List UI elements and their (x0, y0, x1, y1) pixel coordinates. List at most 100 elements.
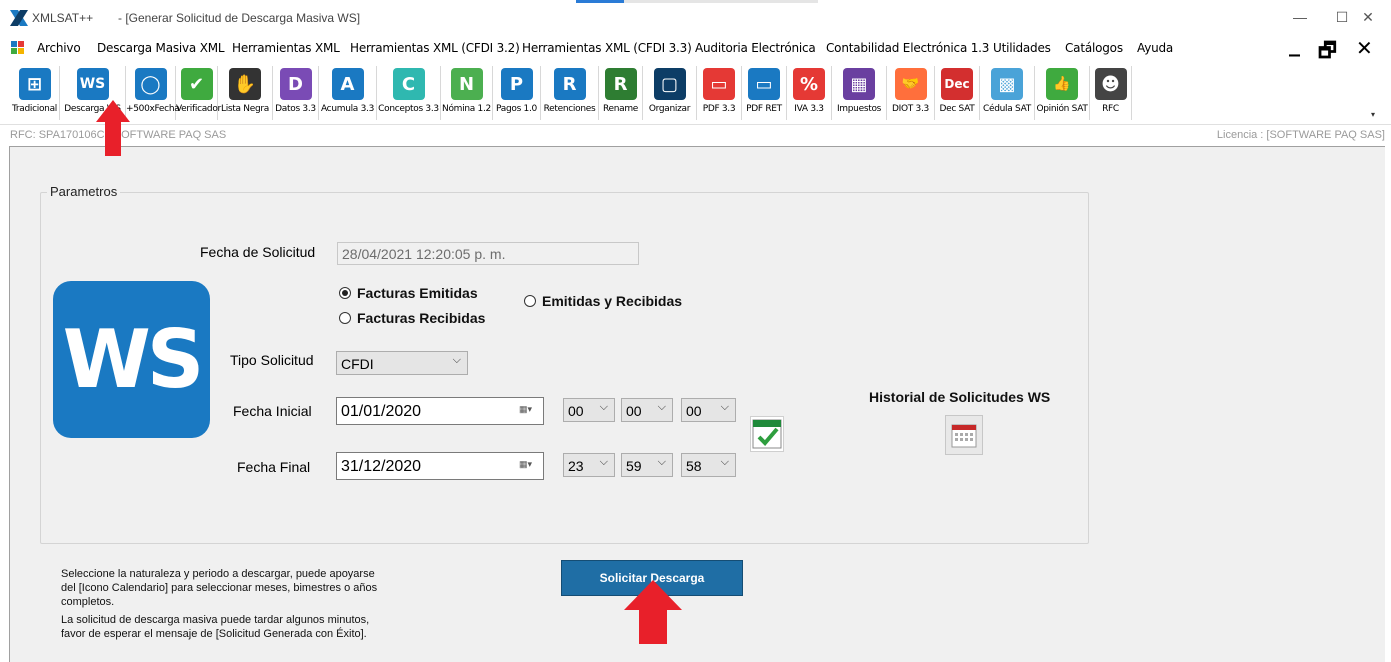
toolbar-button-label: Lista Negra (220, 104, 269, 114)
close-button[interactable]: ✕ (1348, 4, 1388, 30)
help-text-2: del [Icono Calendario] para seleccionar … (61, 582, 378, 594)
toolbar-button-label: Cédula SAT (983, 104, 1031, 114)
toolbar-pdf-ret-button[interactable]: ▭ PDF RET (742, 66, 787, 120)
menu-catalogos[interactable]: Catálogos (1065, 41, 1123, 55)
toolbar-overflow-icon[interactable]: ▾ (1366, 110, 1380, 119)
radio-facturas-recibidas[interactable]: Facturas Recibidas (339, 310, 485, 326)
fecha-inicial-picker[interactable]: 01/01/2020 ▦▾ (336, 397, 544, 425)
menu-archivo[interactable]: Archivo (37, 41, 81, 55)
chevron-down-icon: ⌵ (452, 354, 461, 366)
mdi-minimize-button[interactable]: _ (1289, 32, 1300, 57)
toolbar-calculator-button[interactable]: ▦ Impuestos (832, 66, 887, 120)
capsule-icon: ◯ (134, 68, 167, 100)
toolbar-a-button[interactable]: A Acumula 3.3 (319, 66, 377, 120)
toolbar-person-button[interactable]: ☻ RFC (1090, 66, 1132, 120)
minimize-button[interactable]: — (1280, 4, 1320, 30)
toolbar-button-label: Impuestos (836, 104, 882, 114)
radio-facturas-emitidas[interactable]: Facturas Emitidas (339, 285, 478, 301)
chevron-down-icon: ⌵ (599, 401, 608, 413)
toolbar-d-button[interactable]: D Datos 3.3 (273, 66, 319, 120)
menu-ayuda[interactable]: Ayuda (1137, 41, 1173, 55)
toolbar-button-label: Conceptos 3.3 (378, 104, 439, 114)
mdi-window-icon[interactable] (11, 41, 25, 54)
app-name: XMLSAT++ (32, 11, 94, 25)
historial-calendar-button[interactable] (945, 415, 983, 455)
mdi-close-button[interactable]: ✕ (1356, 36, 1373, 60)
p-icon: P (500, 68, 533, 100)
historial-label: Historial de Solicitudes WS (869, 389, 1051, 405)
radio-indicator (524, 295, 536, 307)
toolbar-rename-button[interactable]: R Rename (599, 66, 643, 120)
mdi-restore-button[interactable]: 🗗 (1318, 36, 1337, 70)
toolbar-r-button[interactable]: R Retenciones (541, 66, 599, 120)
final-hour-value: 23 (568, 458, 584, 474)
menu-herramientas-cfdi32[interactable]: Herramientas XML (CFDI 3.2) (350, 41, 520, 55)
final-second-value: 58 (686, 458, 702, 474)
radio-ambas-label: Emitidas y Recibidas (542, 293, 683, 309)
final-second-select[interactable]: 58 ⌵ (681, 453, 736, 477)
tipo-solicitud-select[interactable]: CFDI ⌵ (336, 351, 468, 375)
radio-selected-indicator (339, 287, 351, 299)
radio-emitidas-y-recibidas[interactable]: Emitidas y Recibidas (524, 293, 682, 309)
menu-descarga-masiva[interactable]: Descarga Masiva XML (97, 41, 225, 55)
toolbar-button-label: Retenciones (543, 104, 596, 114)
toolbar-grid-button[interactable]: ⊞ Tradicional (10, 66, 60, 120)
toolbar-n-button[interactable]: N Nómina 1.2 (441, 66, 493, 120)
toolbar-button-label: Tradicional (12, 104, 57, 114)
license-label: Licencia : [SOFTWARE PAQ SAS] (1216, 129, 1385, 141)
menu-utilidades[interactable]: Utilidades (993, 41, 1051, 55)
calendar-check-button[interactable] (750, 416, 784, 452)
inicial-minute-select[interactable]: 00 ⌵ (621, 398, 673, 422)
help-text-1: Seleccione la naturaleza y periodo a des… (61, 568, 375, 580)
chevron-down-icon: ⌵ (599, 456, 608, 468)
menu-contabilidad[interactable]: Contabilidad Electrónica 1.3 (826, 41, 989, 55)
toolbar-button-label: Opinión SAT (1036, 104, 1088, 114)
toolbar-button-label: RFC (1102, 104, 1119, 114)
toolbar-thumbs-up-button[interactable]: 👍 Opinión SAT (1035, 66, 1090, 120)
toolbar-check-button[interactable]: ✔ Verificador (176, 66, 221, 120)
fecha-solicitud-label: Fecha de Solicitud (200, 244, 316, 260)
toolbar-button-label: +500xFecha (126, 104, 180, 114)
calendar-dropdown-icon[interactable]: ▦▾ (519, 459, 537, 473)
toolbar-p-button[interactable]: P Pagos 1.0 (493, 66, 541, 120)
toolbar-percent-button[interactable]: % IVA 3.3 (787, 66, 832, 120)
toolbar-button-label: Dec SAT (939, 104, 975, 114)
hand-icon: ✋ (229, 68, 261, 100)
fecha-final-value: 31/12/2020 (341, 458, 422, 475)
toolbar-folder-button[interactable]: ▢ Organizar (643, 66, 697, 120)
chevron-down-icon: ⌵ (657, 401, 666, 413)
pdf-icon: ▭ (703, 68, 735, 100)
toolbar: ⊞ Tradicional WS Descarga WS ◯ +500xFecha ✔ Ver… (10, 66, 1391, 120)
toolbar-pdf-button[interactable]: ▭ PDF 3.3 (697, 66, 742, 120)
fecha-final-label: Fecha Final (237, 459, 311, 475)
inicial-second-select[interactable]: 00 ⌵ (681, 398, 736, 422)
radio-recibidas-label: Facturas Recibidas (357, 310, 486, 326)
help-text-4: La solicitud de descarga masiva puede ta… (61, 614, 370, 626)
final-minute-select[interactable]: 59 ⌵ (621, 453, 673, 477)
toolbar-button-label: Acumula 3.3 (320, 104, 374, 114)
toolbar-c-button[interactable]: C Conceptos 3.3 (377, 66, 441, 120)
final-minute-value: 59 (626, 458, 642, 474)
toolbar-qr-button[interactable]: ▩ Cédula SAT (980, 66, 1035, 120)
toolbar-dec-button[interactable]: Dec Dec SAT (935, 66, 980, 120)
toolbar-handshake-button[interactable]: 🤝 DIOT 3.3 (887, 66, 935, 120)
status-strip: RFC: SPA170106C9 SOFTWARE PAQ SAS Licenc… (0, 124, 1391, 144)
fecha-final-picker[interactable]: 31/12/2020 ▦▾ (336, 452, 544, 480)
menu-herramientas-cfdi33[interactable]: Herramientas XML (CFDI 3.3) (522, 41, 692, 55)
ws-logo: WS (53, 281, 210, 438)
toolbar-hand-button[interactable]: ✋ Lista Negra (218, 66, 273, 120)
fecha-solicitud-field: 28/04/2021 12:20:05 p. m. (337, 242, 639, 265)
inicial-hour-select[interactable]: 00 ⌵ (563, 398, 615, 422)
chevron-down-icon: ⌵ (720, 401, 729, 413)
toolbar-capsule-button[interactable]: ◯ +500xFecha (126, 66, 180, 120)
calendar-check-icon (752, 419, 782, 449)
calendar-dropdown-icon[interactable]: ▦▾ (519, 404, 537, 418)
final-hour-select[interactable]: 23 ⌵ (563, 453, 615, 477)
a-icon: A (331, 68, 364, 100)
help-text-3: completos. (61, 596, 115, 608)
menu-bar: Archivo Descarga Masiva XML Herramientas… (0, 32, 1391, 62)
toolbar-button-label: Nómina 1.2 (442, 104, 491, 114)
menu-herramientas-xml[interactable]: Herramientas XML (232, 41, 340, 55)
tipo-solicitud-label: Tipo Solicitud (230, 352, 314, 368)
menu-auditoria[interactable]: Auditoria Electrónica (695, 41, 816, 55)
